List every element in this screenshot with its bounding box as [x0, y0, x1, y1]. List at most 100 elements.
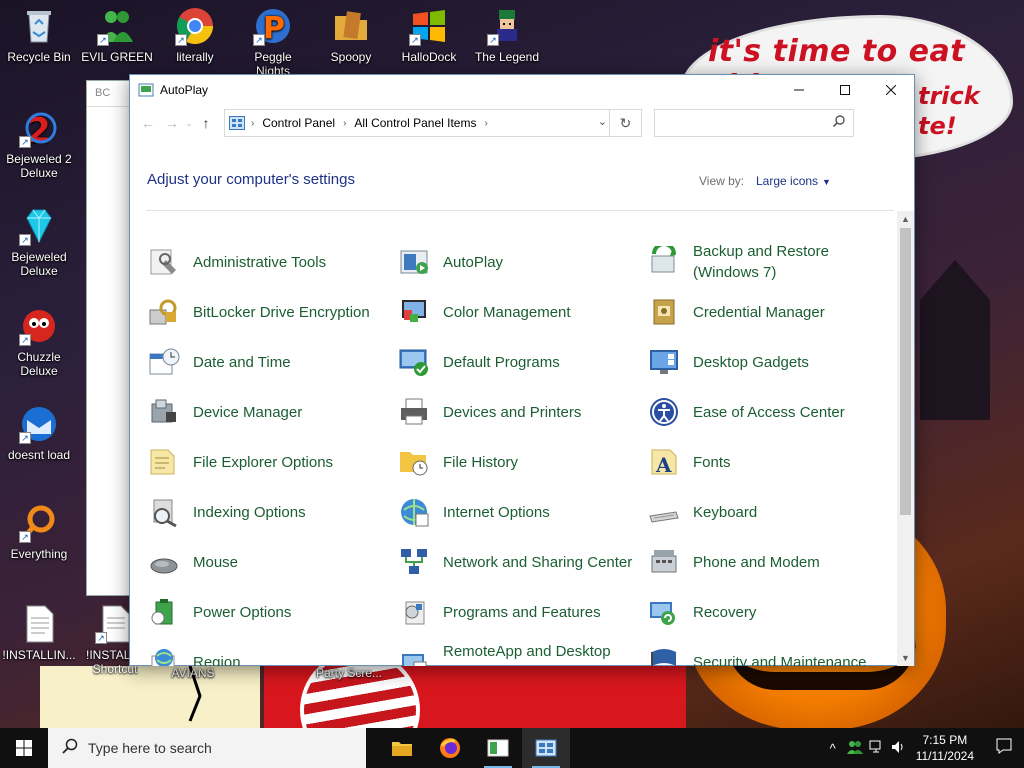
desktop-icon-doesnt-load[interactable]: ↗ doesnt load	[2, 404, 76, 462]
cpl-item-internet-options[interactable]: Internet Options	[398, 487, 648, 537]
recent-dropdown-icon[interactable]: ⌄	[184, 111, 194, 135]
taskbar-file-explorer[interactable]	[378, 728, 426, 768]
desktop-icon-label: doesnt load	[7, 448, 71, 462]
cpl-item-color-management[interactable]: Color Management	[398, 287, 648, 337]
title-bar[interactable]: AutoPlay	[130, 75, 914, 105]
folder-icon	[331, 6, 371, 46]
desktop-icon-evil-green[interactable]: ↗ EVIL GREEN	[80, 6, 154, 64]
clock[interactable]: 7:15 PM 11/11/2024	[916, 732, 974, 764]
scroll-up-icon[interactable]: ▲	[897, 211, 914, 227]
file-history-icon	[398, 446, 430, 478]
color-management-icon	[398, 296, 430, 328]
desktop-icon-installing[interactable]: !INSTALLIN...	[2, 604, 76, 662]
svg-text:P: P	[263, 11, 285, 46]
cpl-item-label: Indexing Options	[193, 503, 306, 521]
cpl-item-devices-and-printers[interactable]: Devices and Printers	[398, 387, 648, 437]
cpl-item-region[interactable]: Region	[148, 637, 398, 666]
cpl-item-network-and-sharing-center[interactable]: Network and Sharing Center	[398, 537, 648, 587]
desktop-icon-bejeweled[interactable]: ↗ Bejeweled Deluxe	[2, 206, 76, 278]
desktop-icon-literally[interactable]: ↗ literally	[158, 6, 232, 64]
cpl-item-administrative-tools[interactable]: Administrative Tools	[148, 237, 398, 287]
scrollbar-thumb[interactable]	[900, 228, 911, 515]
control-panel-window: AutoPlay ← → ⌄ ↑ › Control Panel › All C…	[129, 74, 915, 666]
taskbar-search[interactable]: Type here to search	[48, 728, 366, 768]
desktop-icon-recycle-bin[interactable]: Recycle Bin	[2, 6, 76, 64]
refresh-icon[interactable]: ↻	[609, 110, 641, 136]
back-arrow-icon[interactable]: ←	[136, 111, 160, 135]
remoteapp-icon	[398, 646, 430, 666]
cpl-item-indexing-options[interactable]: Indexing Options	[148, 487, 398, 537]
breadcrumb-chevron-icon[interactable]: ›	[484, 118, 487, 129]
volume-icon[interactable]	[888, 740, 910, 757]
cpl-item-default-programs[interactable]: Default Programs	[398, 337, 648, 387]
taskbar-firefox[interactable]	[426, 728, 474, 768]
cpl-item-mouse[interactable]: Mouse	[148, 537, 398, 587]
cpl-item-file-history[interactable]: File History	[398, 437, 648, 487]
people-icon[interactable]	[844, 740, 866, 757]
file-explorer-icon	[392, 742, 412, 756]
desktop-icon-label: HalloDock	[401, 50, 457, 64]
cpl-item-power-options[interactable]: Power Options	[148, 587, 398, 637]
forward-arrow-icon[interactable]: →	[160, 111, 184, 135]
cpl-item-bitlocker-drive-encryption[interactable]: BitLocker Drive Encryption	[148, 287, 398, 337]
cpl-item-device-manager[interactable]: Device Manager	[148, 387, 398, 437]
recycle-bin-icon	[19, 6, 59, 46]
bejeweled2-icon: 2 ↗	[19, 108, 59, 151]
scroll-down-icon[interactable]: ▼	[897, 650, 914, 666]
desktop-icon-the-legend[interactable]: ↗ The Legend	[470, 6, 544, 64]
cpl-item-recovery[interactable]: Recovery	[648, 587, 898, 637]
cpl-item-file-explorer-options[interactable]: File Explorer Options	[148, 437, 398, 487]
taskbar-control-panel[interactable]	[522, 728, 570, 768]
cpl-item-label: Desktop Gadgets	[693, 353, 809, 371]
up-arrow-icon[interactable]: ↑	[194, 111, 218, 135]
desktop-icon-peggle-nights[interactable]: P ↗ Peggle Nights	[236, 6, 310, 78]
breadcrumb-chevron-icon[interactable]: ›	[251, 118, 254, 129]
chevron-up-icon[interactable]: ^	[822, 741, 844, 756]
address-bar[interactable]: › Control Panel › All Control Panel Item…	[224, 109, 642, 137]
cpl-item-remoteapp-and-desktop-connections[interactable]: RemoteApp and Desktop Connections	[398, 637, 648, 666]
minimize-button[interactable]	[776, 75, 822, 105]
cpl-item-security-and-maintenance[interactable]: Security and Maintenance	[648, 637, 898, 666]
close-button[interactable]	[868, 75, 914, 105]
chevron-down-icon: ▼	[822, 177, 831, 187]
desktop-icon-bejeweled-2[interactable]: 2 ↗ Bejeweled 2 Deluxe	[2, 108, 76, 180]
start-button[interactable]	[0, 728, 48, 768]
cpl-item-label: Power Options	[193, 603, 292, 621]
desktop-icon-avians[interactable]: AVIANS	[156, 666, 230, 680]
breadcrumb-all-items[interactable]: All Control Panel Items	[354, 116, 476, 130]
desktop-icon-hallodock[interactable]: ↗ HalloDock	[392, 6, 466, 64]
cpl-item-programs-and-features[interactable]: Programs and Features	[398, 587, 648, 637]
search-box[interactable]	[654, 109, 854, 137]
search-input[interactable]	[655, 110, 825, 136]
cpl-item-autoplay[interactable]: AutoPlay	[398, 237, 648, 287]
region-icon	[148, 646, 180, 666]
maximize-button[interactable]	[822, 75, 868, 105]
cpl-item-phone-and-modem[interactable]: Phone and Modem	[648, 537, 898, 587]
notification-icon[interactable]	[984, 738, 1024, 759]
cpl-item-backup-and-restore-windows-7[interactable]: Backup and Restore (Windows 7)	[648, 237, 898, 287]
taskbar-app-window[interactable]	[474, 728, 522, 768]
view-by-dropdown[interactable]: Large icons ▼	[756, 174, 831, 188]
chrome-icon: ↗	[175, 6, 215, 46]
cpl-item-fonts[interactable]: A Fonts	[648, 437, 898, 487]
cpl-item-ease-of-access-center[interactable]: Ease of Access Center	[648, 387, 898, 437]
cpl-item-desktop-gadgets[interactable]: Desktop Gadgets	[648, 337, 898, 387]
backup-restore-icon	[648, 242, 680, 278]
cpl-item-label: BitLocker Drive Encryption	[193, 303, 370, 321]
network-icon[interactable]	[866, 740, 888, 757]
desktop-icon-spoopy[interactable]: Spoopy	[314, 6, 388, 64]
cpl-item-label: File Explorer Options	[193, 453, 334, 471]
desktop-icon-party-screen[interactable]: Party Scre...	[312, 666, 386, 680]
search-icon[interactable]	[832, 115, 845, 130]
date-time-icon	[148, 346, 180, 378]
desktop-icon-chuzzle[interactable]: ↗ Chuzzle Deluxe	[2, 306, 76, 378]
breadcrumb-chevron-icon[interactable]: ›	[343, 118, 346, 129]
desktop-icon-everything[interactable]: ↗ Everything	[2, 503, 76, 561]
cpl-item-date-and-time[interactable]: Date and Time	[148, 337, 398, 387]
address-dropdown-icon[interactable]: ⌄	[598, 115, 607, 128]
breadcrumb-control-panel[interactable]: Control Panel	[262, 116, 335, 130]
cpl-item-credential-manager[interactable]: Credential Manager	[648, 287, 898, 337]
view-by-value: Large icons	[756, 174, 819, 188]
vertical-scrollbar[interactable]: ▲ ▼	[897, 211, 914, 666]
cpl-item-keyboard[interactable]: Keyboard	[648, 487, 898, 537]
